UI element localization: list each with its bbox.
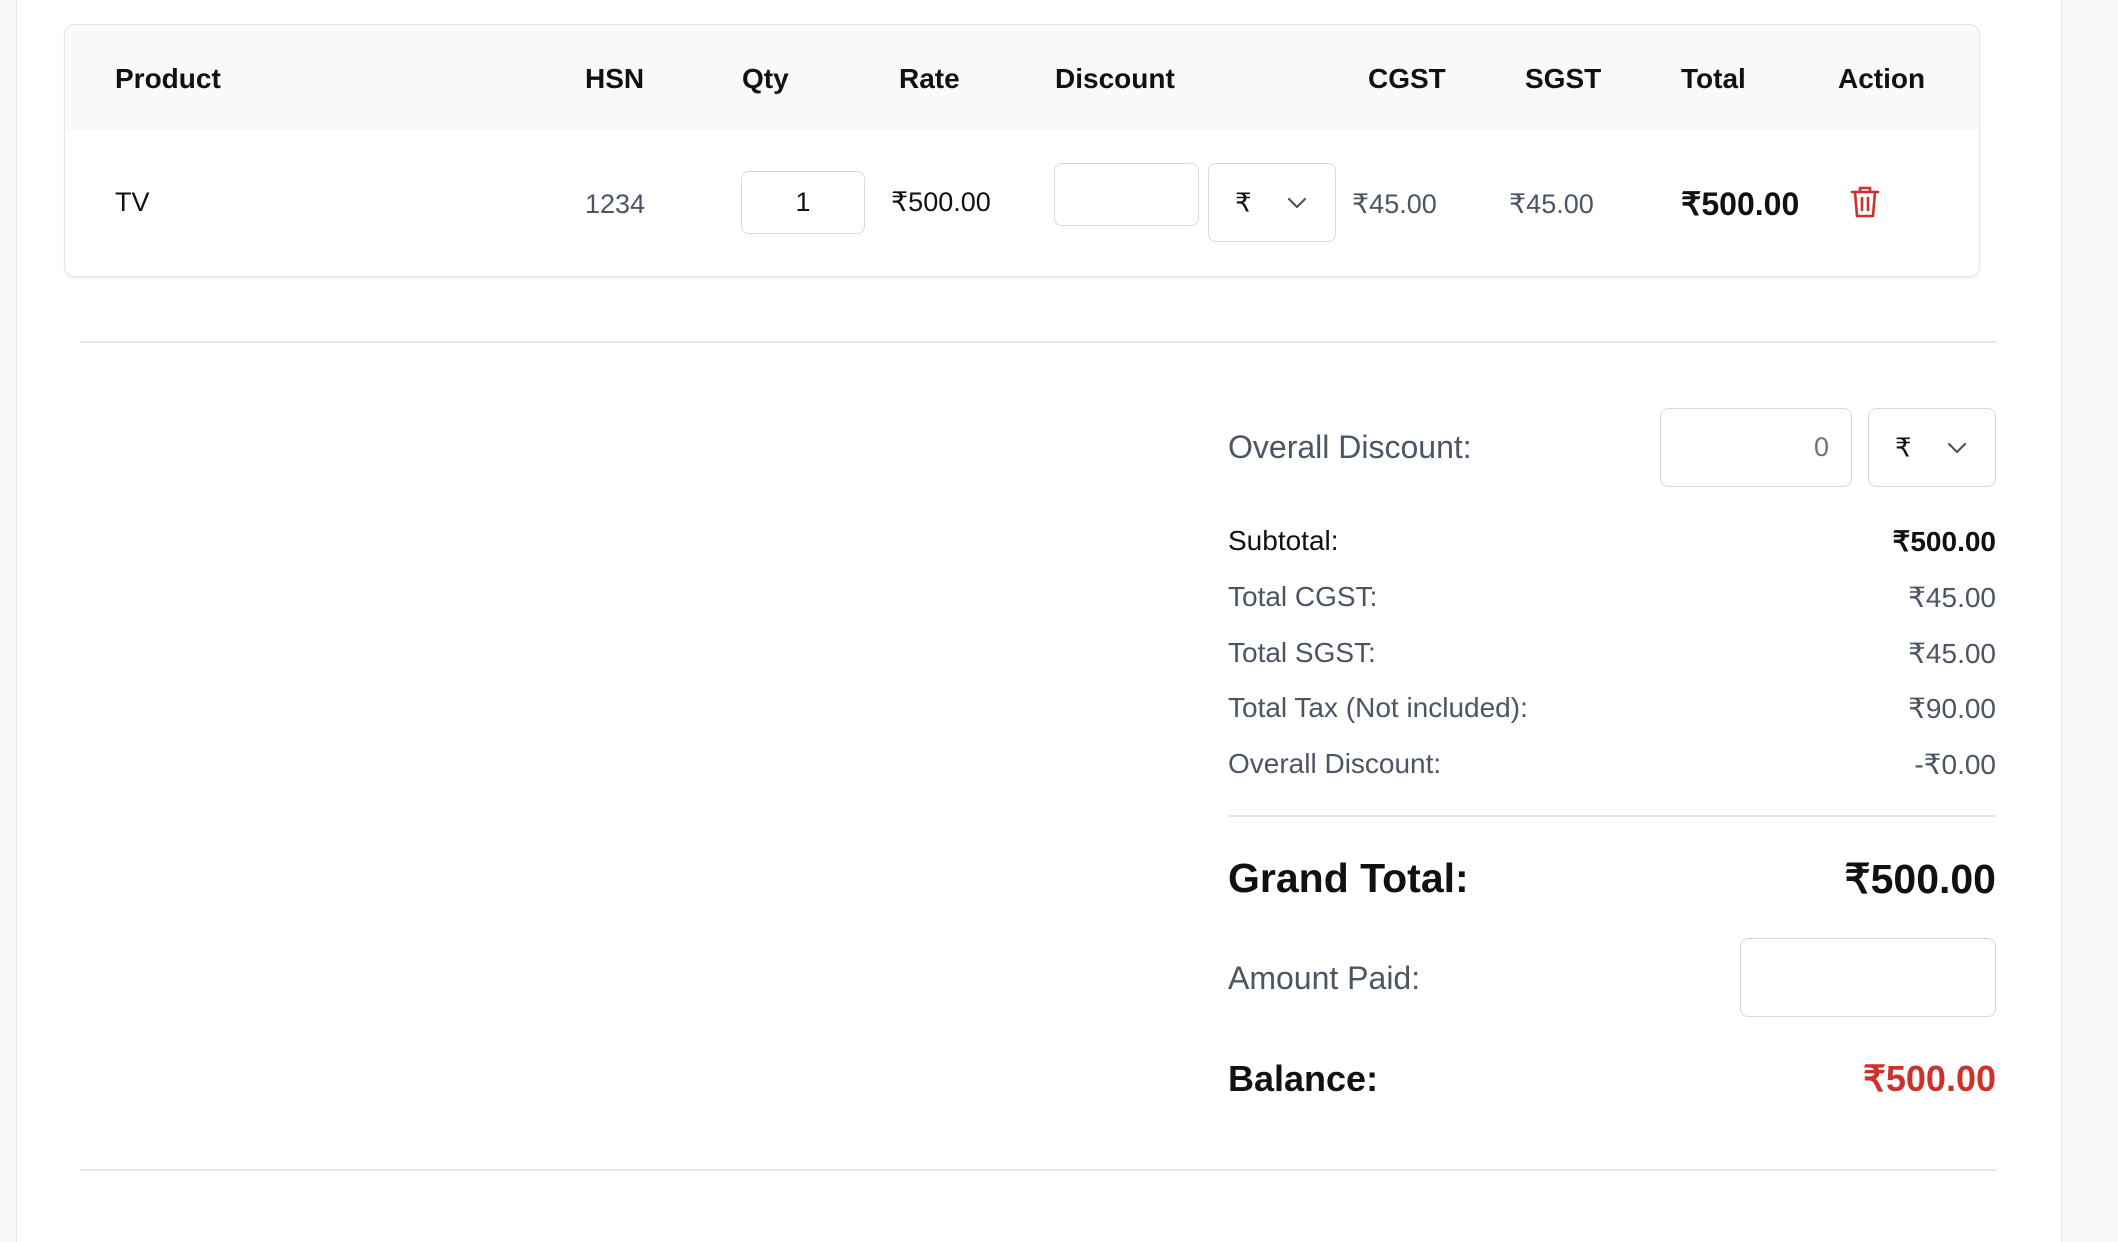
overall-discount-type-select[interactable]: ₹ bbox=[1868, 408, 1996, 487]
hsn-code: 1234 bbox=[585, 189, 646, 219]
header-cgst: CGST bbox=[1368, 63, 1446, 94]
overall-discount-label: Overall Discount: bbox=[1228, 429, 1472, 465]
row-total: ₹500.00 bbox=[1681, 186, 1800, 222]
discount-type-value: ₹ bbox=[1235, 187, 1252, 217]
header-qty: Qty bbox=[742, 63, 789, 94]
total-tax-label: Total Tax (Not included): bbox=[1228, 692, 1528, 723]
rate-value: ₹500.00 bbox=[891, 187, 991, 217]
subtotal-label: Subtotal: bbox=[1228, 525, 1339, 556]
total-cgst-label: Total CGST: bbox=[1228, 581, 1378, 612]
header-action: Action bbox=[1838, 63, 1926, 94]
total-sgst-label: Total SGST: bbox=[1228, 637, 1376, 668]
summary-divider bbox=[1228, 815, 1996, 817]
grand-total-label: Grand Total: bbox=[1228, 855, 1469, 901]
total-tax-value: ₹90.00 bbox=[1908, 693, 1996, 724]
total-sgst-value: ₹45.00 bbox=[1908, 638, 1996, 669]
total-cgst-value: ₹45.00 bbox=[1908, 582, 1996, 613]
cgst-value: ₹45.00 bbox=[1352, 189, 1437, 219]
balance-value: ₹500.00 bbox=[1862, 1058, 1996, 1099]
table-header: Product HSN Qty Rate Discount CGST SGST … bbox=[65, 25, 1979, 130]
qty-input[interactable] bbox=[741, 171, 865, 234]
grand-total-value: ₹500.00 bbox=[1844, 856, 1997, 902]
header-rate: Rate bbox=[899, 63, 960, 94]
discount-input[interactable] bbox=[1054, 163, 1199, 226]
trash-icon bbox=[1850, 186, 1880, 218]
product-name: TV bbox=[115, 187, 150, 217]
discount-type-select[interactable]: ₹ bbox=[1208, 163, 1336, 242]
subtotal-value: ₹500.00 bbox=[1892, 526, 1996, 557]
header-total: Total bbox=[1681, 63, 1746, 94]
overall-discount-row-value: -₹0.00 bbox=[1914, 749, 1996, 780]
bottom-divider bbox=[80, 1169, 1996, 1171]
items-table: Product HSN Qty Rate Discount CGST SGST … bbox=[64, 24, 1980, 277]
header-product: Product bbox=[115, 63, 221, 94]
amount-paid-input[interactable] bbox=[1740, 938, 1996, 1017]
delete-row-button[interactable] bbox=[1850, 185, 1880, 224]
chevron-down-icon bbox=[1287, 197, 1307, 208]
overall-discount-type-value: ₹ bbox=[1895, 432, 1912, 462]
balance-label: Balance: bbox=[1228, 1058, 1379, 1099]
sgst-value: ₹45.00 bbox=[1509, 189, 1594, 219]
header-hsn: HSN bbox=[585, 63, 645, 94]
chevron-down-icon bbox=[1947, 442, 1967, 453]
amount-paid-label: Amount Paid: bbox=[1228, 960, 1421, 996]
overall-discount-input[interactable] bbox=[1660, 408, 1852, 487]
section-divider bbox=[80, 341, 1996, 343]
header-sgst: SGST bbox=[1525, 63, 1602, 94]
header-discount: Discount bbox=[1055, 63, 1175, 94]
overall-discount-row-label: Overall Discount: bbox=[1228, 748, 1442, 779]
